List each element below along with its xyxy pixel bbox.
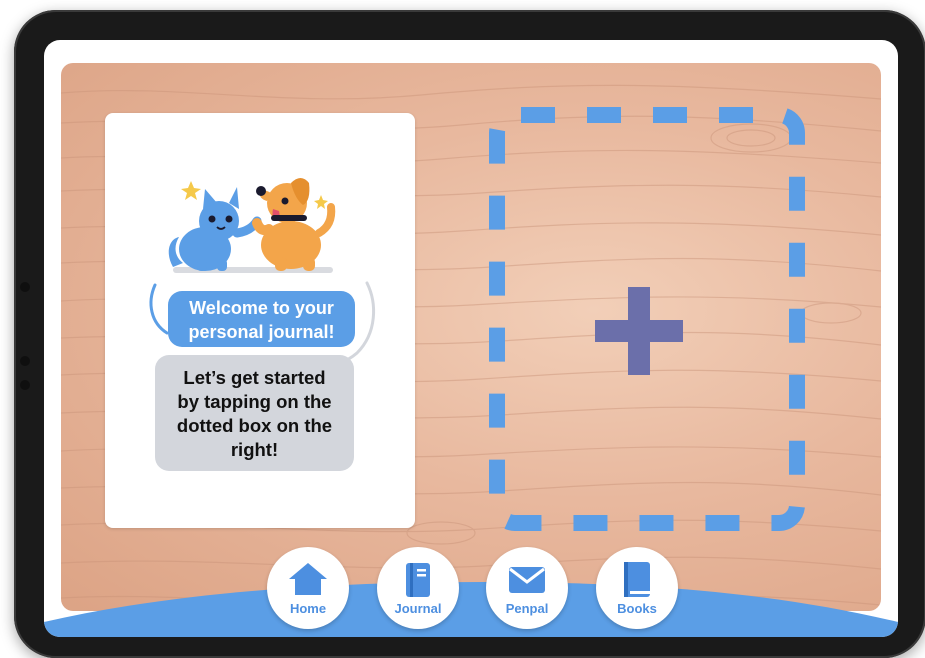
wood-background: Welcome to your personal journal! Let’s … [61, 63, 881, 611]
book-icon [624, 562, 650, 597]
add-entry-dropzone[interactable] [489, 107, 805, 531]
instruction-line: dotted box on the [176, 415, 333, 436]
bottom-nav-background [44, 582, 898, 637]
nav-penpal-label: Penpal [505, 601, 549, 616]
dotted-box[interactable] [489, 107, 805, 531]
nav-journal-button[interactable]: Journal [377, 547, 459, 629]
welcome-title-line: Welcome to your [189, 298, 334, 318]
nav-home-button[interactable]: Home [267, 547, 349, 629]
welcome-title-line: personal journal! [188, 322, 335, 342]
nav-journal-label: Journal [394, 601, 442, 616]
side-button [20, 380, 30, 390]
cat-and-dog-illustration [168, 178, 336, 273]
instruction-line: right! [230, 439, 279, 460]
home-icon [289, 563, 327, 595]
app-screen: Welcome to your personal journal! Let’s … [44, 40, 898, 637]
envelope-icon [509, 567, 545, 593]
nav-books-button[interactable]: Books [596, 547, 678, 629]
nav-home-label: Home [289, 601, 327, 616]
plus-icon[interactable] [595, 287, 683, 375]
welcome-bubble: Welcome to your personal journal! [168, 291, 355, 347]
welcome-card: Welcome to your personal journal! Let’s … [105, 113, 415, 528]
side-button [20, 356, 30, 366]
side-button [20, 282, 30, 292]
journal-icon [406, 563, 430, 597]
instruction-line: by tapping on the [177, 391, 332, 412]
instruction-bubble: Let’s get started by tapping on the dott… [155, 355, 354, 471]
nav-penpal-button[interactable]: Penpal [486, 547, 568, 629]
nav-books-label: Books [617, 601, 657, 616]
instruction-line: Let’s get started [183, 367, 326, 388]
